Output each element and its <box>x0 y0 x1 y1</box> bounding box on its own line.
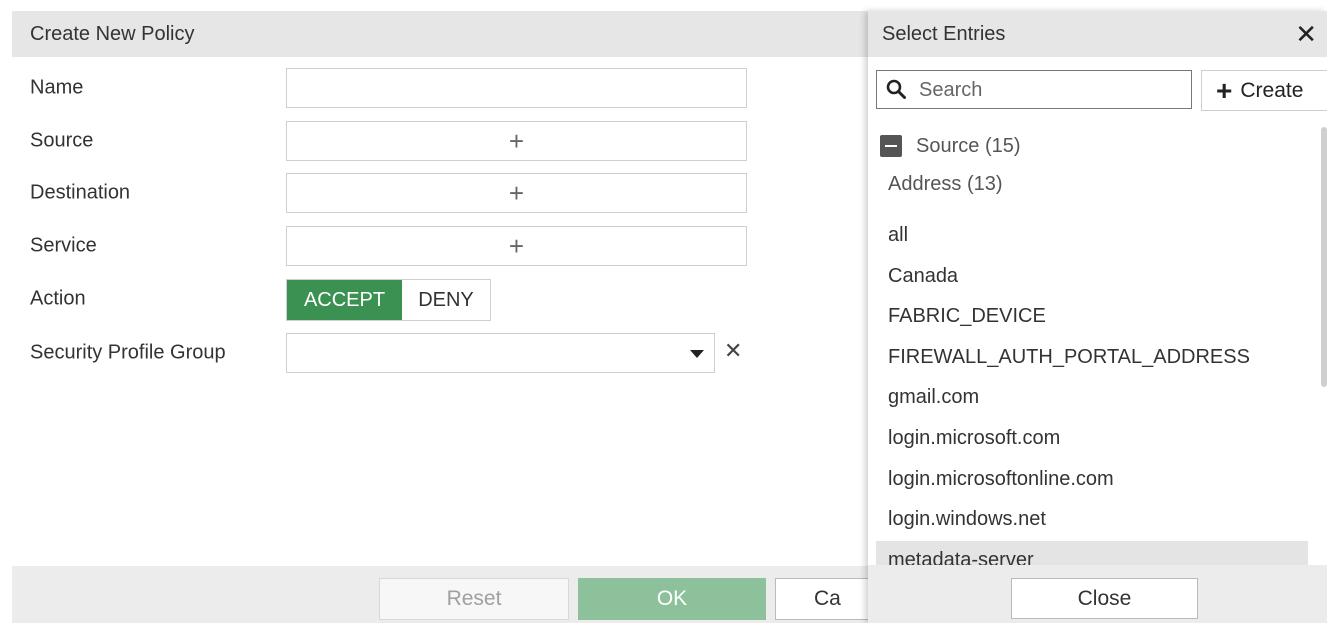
plus-icon: + <box>1216 74 1233 106</box>
service-field[interactable]: + <box>286 226 747 266</box>
panel-footer: Close <box>868 565 1327 623</box>
ok-button[interactable]: OK <box>578 578 766 620</box>
name-row: Name <box>12 68 868 108</box>
panel-title: Select Entries <box>882 22 1006 45</box>
service-label: Service <box>30 234 97 257</box>
collapse-icon[interactable] <box>880 135 902 157</box>
dialog-title: Create New Policy <box>30 22 195 45</box>
service-row: Service + <box>12 226 868 266</box>
caret-down-icon <box>690 350 704 358</box>
security-profile-label: Security Profile Group <box>30 341 226 364</box>
scrollbar[interactable] <box>1321 127 1327 387</box>
list-item[interactable]: Canada <box>876 257 1308 295</box>
source-field[interactable]: + <box>286 121 747 161</box>
action-label: Action <box>30 287 86 310</box>
name-input[interactable] <box>287 69 746 107</box>
security-profile-select[interactable] <box>286 333 715 373</box>
accept-button[interactable]: ACCEPT <box>287 280 402 320</box>
create-label: Create <box>1240 78 1304 102</box>
list-item[interactable]: metadata-server <box>876 541 1308 565</box>
panel-header: Select Entries ✕ <box>868 11 1327 57</box>
action-row: Action ACCEPT DENY <box>12 279 868 321</box>
search-box <box>876 70 1192 110</box>
list-item[interactable]: login.microsoftonline.com <box>876 460 1308 498</box>
name-field-box <box>286 68 747 108</box>
dialog-footer: Reset OK Ca <box>12 566 915 623</box>
address-subgroup-label: Address (13) <box>888 173 1003 195</box>
deny-button[interactable]: DENY <box>402 280 490 320</box>
list-item[interactable]: gmail.com <box>876 378 1308 416</box>
destination-label: Destination <box>30 181 131 204</box>
list-item[interactable]: FABRIC_DEVICE <box>876 297 1308 335</box>
plus-icon: + <box>508 178 525 208</box>
plus-icon: + <box>508 126 525 156</box>
close-button[interactable]: Close <box>1011 578 1198 619</box>
create-button[interactable]: + Create <box>1201 70 1327 111</box>
name-label: Name <box>30 76 84 99</box>
group-label: Source (15) <box>916 134 1021 157</box>
destination-row: Destination + <box>12 173 868 213</box>
close-icon[interactable]: ✕ <box>1295 19 1317 50</box>
list-item[interactable]: FIREWALL_AUTH_PORTAL_ADDRESS <box>876 338 1308 376</box>
entries-list: Source (15) Address (13) all Canada FABR… <box>868 123 1327 565</box>
search-icon <box>886 79 906 99</box>
clear-icon[interactable]: ✕ <box>724 338 742 364</box>
select-entries-panel: Select Entries ✕ + Create Source (15) Ad… <box>868 11 1327 623</box>
source-label: Source <box>30 129 94 152</box>
list-item[interactable]: login.microsoft.com <box>876 419 1308 457</box>
list-item[interactable]: login.windows.net <box>876 500 1308 538</box>
plus-icon: + <box>508 231 525 261</box>
security-profile-row: Security Profile Group ✕ <box>12 333 868 373</box>
search-input[interactable] <box>917 71 1191 110</box>
source-row: Source + <box>12 121 868 161</box>
dialog-header: Create New Policy <box>12 11 868 57</box>
create-policy-dialog: Create New Policy Name Source + Destinat… <box>12 0 915 623</box>
destination-field[interactable]: + <box>286 173 747 213</box>
source-group-header[interactable]: Source (15) <box>880 131 1021 161</box>
action-toggle: ACCEPT DENY <box>286 279 491 321</box>
list-item[interactable]: all <box>876 216 1308 254</box>
reset-button[interactable]: Reset <box>379 578 569 620</box>
